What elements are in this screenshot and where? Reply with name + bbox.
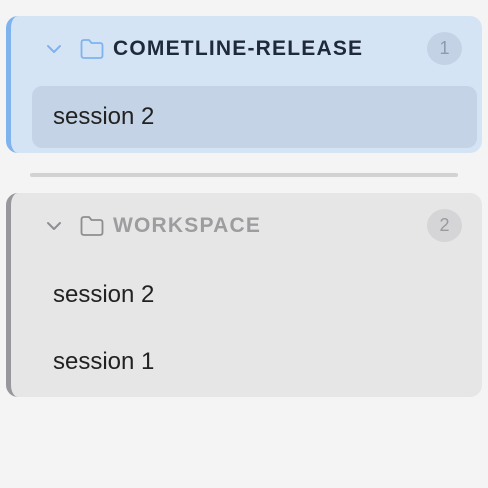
chevron-down-icon[interactable] (45, 217, 63, 235)
group-title: COMETLINE-RELEASE (113, 37, 364, 60)
chevron-down-icon[interactable] (45, 40, 63, 58)
session-item[interactable]: session 1 (32, 331, 477, 393)
folder-icon (80, 39, 104, 59)
group-title: WORKSPACE (113, 214, 262, 237)
session-count-badge: 2 (427, 209, 462, 242)
folder-icon (80, 216, 104, 236)
group-header[interactable]: WORKSPACE 2 (11, 193, 482, 259)
group-workspace: WORKSPACE 2 session 2 session 1 (6, 193, 482, 397)
group-header[interactable]: COMETLINE-RELEASE 1 (11, 16, 482, 82)
session-item[interactable]: session 2 (32, 264, 477, 326)
group-divider (30, 173, 458, 177)
group-cometline-release: COMETLINE-RELEASE 1 session 2 (6, 16, 482, 153)
session-count-badge: 1 (427, 32, 462, 65)
session-item[interactable]: session 2 (32, 86, 477, 148)
